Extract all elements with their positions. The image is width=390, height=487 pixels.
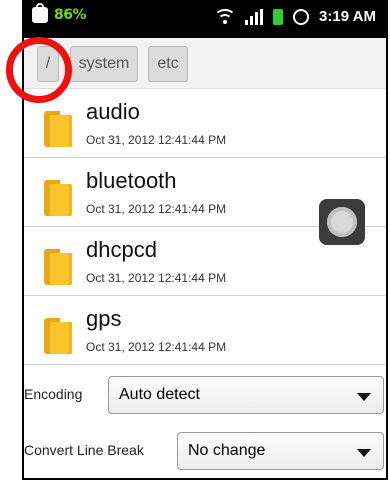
battery-icon <box>273 8 284 25</box>
encoding-row: Encoding Auto detect <box>24 376 386 416</box>
breadcrumb-etc[interactable]: etc <box>148 46 188 82</box>
signal-icon <box>245 8 264 25</box>
file-date: Oct 31, 2012 12:41:44 PM <box>86 340 227 354</box>
line-break-row: Convert Line Break No change <box>24 432 386 472</box>
clock: 3:19 AM <box>319 8 376 25</box>
list-item[interactable]: gps Oct 31, 2012 12:41:44 PM <box>24 296 386 365</box>
floating-assistive-button[interactable] <box>319 199 365 245</box>
file-name: bluetooth <box>86 168 177 193</box>
folder-icon <box>44 180 72 216</box>
line-break-value: No change <box>188 442 266 459</box>
encoding-value: Auto detect <box>119 386 200 403</box>
file-date: Oct 31, 2012 12:41:44 PM <box>86 202 227 216</box>
alarm-icon <box>293 8 310 25</box>
breadcrumb-system[interactable]: system <box>70 46 138 82</box>
shopping-bag-icon <box>32 3 48 23</box>
line-break-label: Convert Line Break <box>24 442 144 458</box>
breadcrumb: / system etc <box>24 38 386 89</box>
file-date: Oct 31, 2012 12:41:44 PM <box>86 133 227 147</box>
status-bar: 86% 3:19 AM <box>24 0 386 38</box>
file-date: Oct 31, 2012 12:41:44 PM <box>86 271 227 285</box>
encoding-label: Encoding <box>24 386 83 402</box>
battery-percent-text: 86% <box>54 7 87 23</box>
folder-icon <box>44 111 72 147</box>
chevron-down-icon <box>357 393 371 401</box>
file-name: gps <box>86 306 122 331</box>
folder-icon <box>44 318 72 354</box>
highlight-circle <box>6 37 72 103</box>
chevron-down-icon <box>357 449 371 457</box>
options-panel: Encoding Auto detect Convert Line Break … <box>24 370 386 478</box>
folder-icon <box>44 249 72 285</box>
wifi-icon <box>214 8 237 25</box>
encoding-select[interactable]: Auto detect <box>108 376 384 414</box>
line-break-select[interactable]: No change <box>177 432 384 470</box>
list-item[interactable]: audio Oct 31, 2012 12:41:44 PM <box>24 89 386 158</box>
file-name: dhcpcd <box>86 237 157 262</box>
file-name: audio <box>86 99 140 124</box>
